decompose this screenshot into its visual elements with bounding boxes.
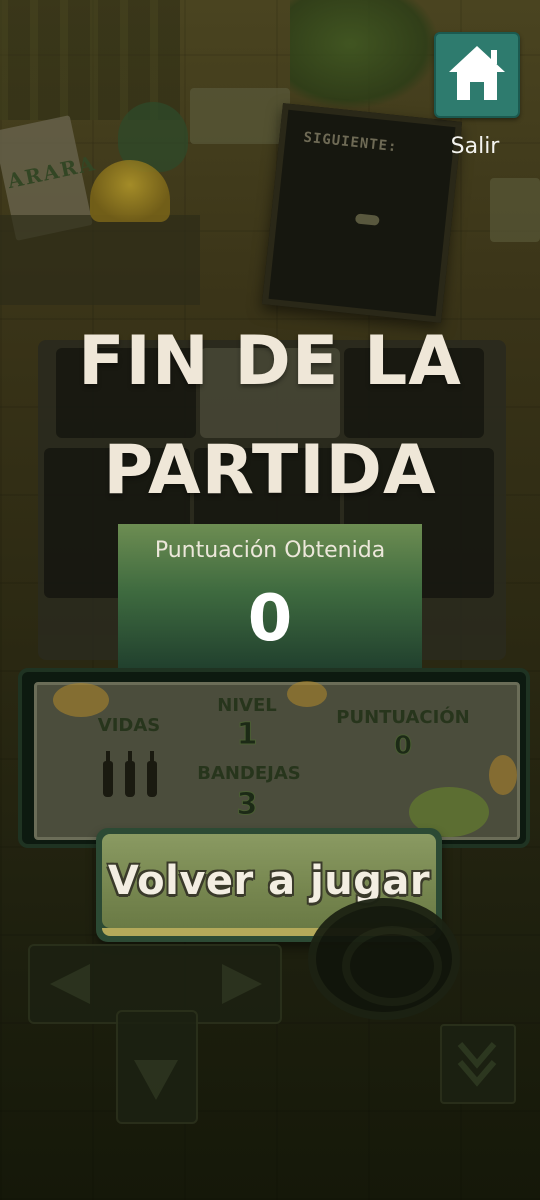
final-score-panel: Puntuación Obtenida 0 bbox=[118, 524, 422, 676]
counter-table bbox=[0, 215, 200, 305]
stool-right bbox=[490, 178, 540, 242]
next-board-label: SIGUIENTE: bbox=[302, 129, 399, 156]
double-chevron-down-icon bbox=[457, 1042, 497, 1087]
lime-slice bbox=[53, 683, 109, 717]
hud-board: VIDAS NIVEL 1 BANDEJAS 3 PUNTUACIÓN 0 bbox=[18, 668, 530, 848]
title-line-1: FIN DE LA bbox=[78, 322, 462, 401]
level-label: NIVEL bbox=[217, 695, 277, 716]
next-item bbox=[354, 213, 380, 226]
arrow-right-icon[interactable] bbox=[216, 960, 268, 1008]
lives-label: VIDAS bbox=[97, 715, 161, 736]
home-icon bbox=[449, 46, 505, 100]
score-value: 0 bbox=[393, 731, 413, 762]
final-score-label: Puntuación Obtenida bbox=[154, 538, 386, 563]
game-over-title: FIN DE LA PARTIDA bbox=[0, 308, 540, 526]
exit-home-button[interactable] bbox=[434, 32, 520, 118]
bottle-life-icon bbox=[103, 751, 113, 797]
arrow-down-icon[interactable] bbox=[130, 1052, 182, 1104]
bottle-life-icon bbox=[147, 751, 157, 797]
dpad-vertical bbox=[116, 1010, 198, 1124]
score-label: PUNTUACIÓN bbox=[336, 707, 470, 728]
stool bbox=[190, 88, 290, 144]
arara-sign-text: ARARA bbox=[5, 150, 99, 194]
trays-value: 3 bbox=[236, 787, 258, 823]
final-score-value: 0 bbox=[247, 582, 293, 656]
trays-label: BANDEJAS bbox=[197, 763, 301, 784]
drop-button[interactable] bbox=[440, 1024, 516, 1104]
exit-label: Salir bbox=[450, 134, 500, 159]
lime-slice bbox=[489, 755, 517, 795]
bottle-life-icon bbox=[125, 751, 135, 797]
jump-icon bbox=[342, 926, 442, 1006]
arrow-left-icon[interactable] bbox=[44, 960, 96, 1008]
hud-panel: VIDAS NIVEL 1 BANDEJAS 3 PUNTUACIÓN 0 bbox=[34, 681, 520, 840]
title-line-2: PARTIDA bbox=[103, 430, 437, 510]
jump-button[interactable] bbox=[308, 898, 460, 1020]
level-value: 1 bbox=[236, 717, 258, 753]
potted-plant bbox=[290, 0, 440, 110]
